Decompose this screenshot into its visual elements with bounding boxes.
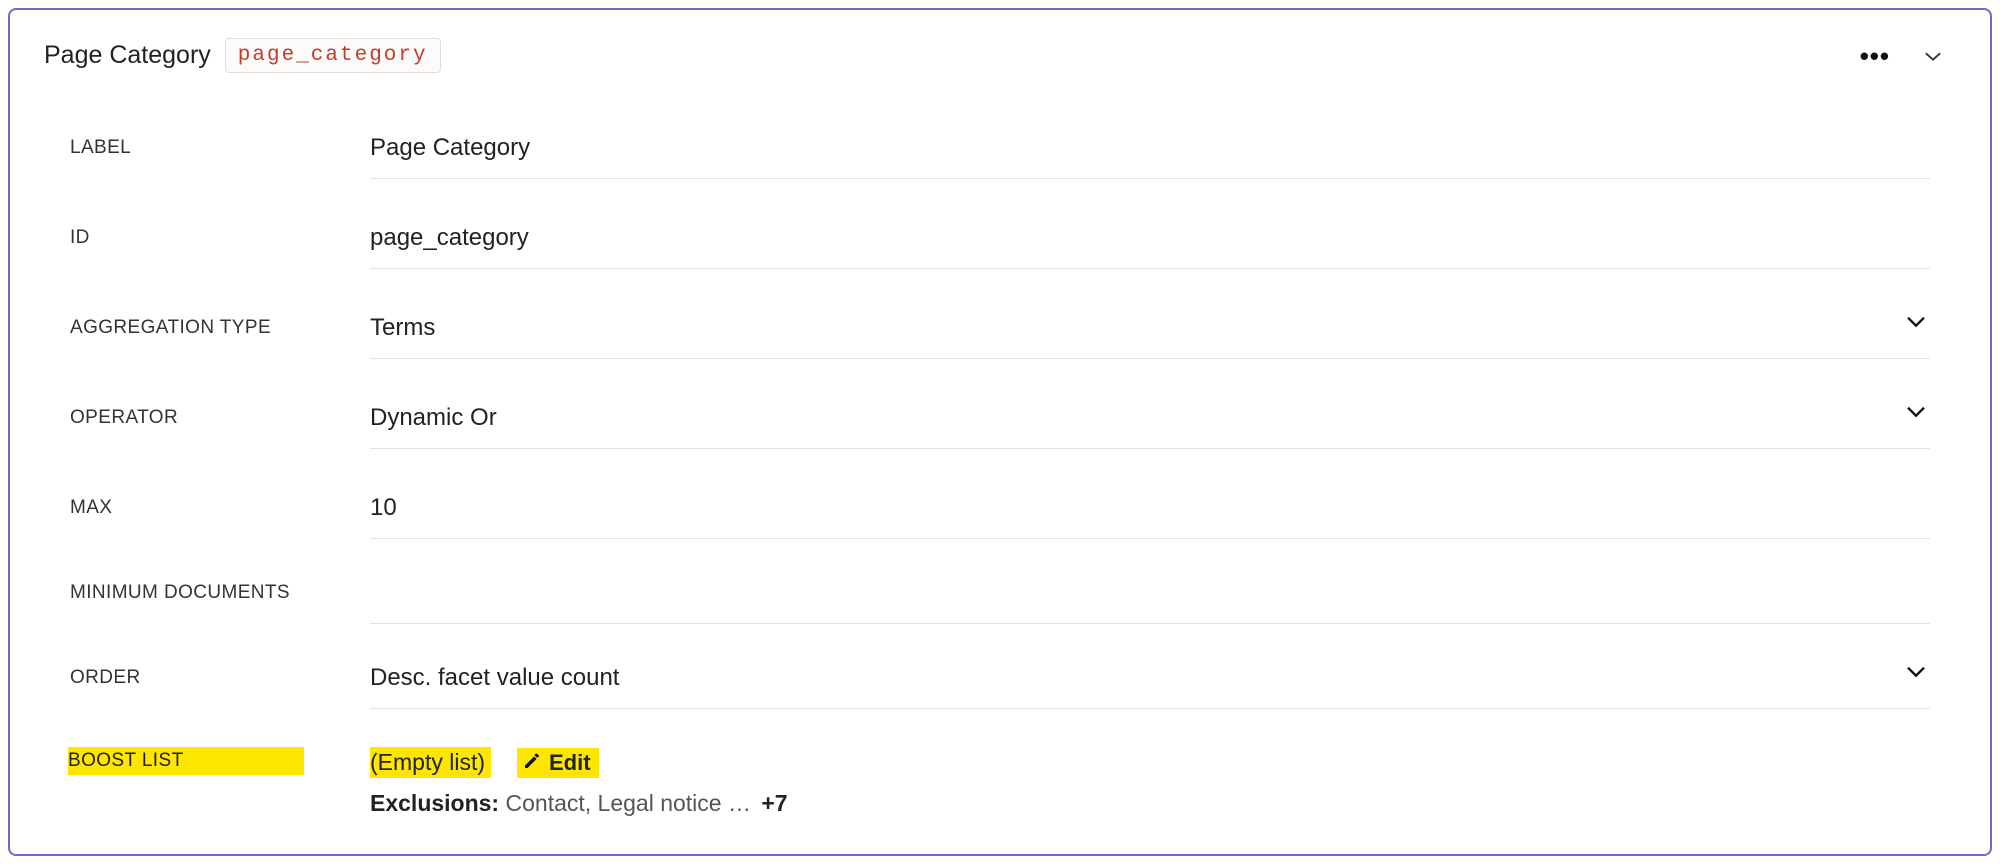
panel-header: Page Category page_category ••• [10,10,1990,73]
boost-list-caption: BOOST LIST [68,747,304,775]
pencil-icon [523,750,541,776]
field-caption: LABEL [70,137,370,159]
exclusions-preview-text: Contact, Legal notice … [506,790,751,816]
chevron-down-icon[interactable] [1906,665,1926,684]
field-row-aggregation-type: AGGREGATION TYPE Terms [70,283,1930,373]
field-caption: OPERATOR [70,407,370,429]
field-caption: MAX [70,497,370,519]
field-row-id: ID page_category [70,193,1930,283]
panel-title: Page Category [44,41,211,70]
chevron-down-icon[interactable] [1906,405,1926,424]
facet-id-chip: page_category [225,38,441,73]
boost-list-field: (Empty list) Edit Exclusions: Contact, L… [370,747,1930,817]
field-row-order: ORDER Desc. facet value count [70,633,1930,723]
field-value-wrap: Terms [370,297,1930,359]
boost-exclusions-line: Exclusions: Contact, Legal notice … +7 [370,790,1930,817]
field-value-wrap: page_category [370,207,1930,269]
operator-select[interactable]: Dynamic Or [370,387,1930,449]
minimum-documents-input[interactable] [370,562,1930,624]
more-actions-icon[interactable]: ••• [1860,43,1890,69]
field-caption: ORDER [70,667,370,689]
field-caption: ID [70,227,370,249]
max-input[interactable]: 10 [370,477,1930,539]
aggregation-type-select[interactable]: Terms [370,297,1930,359]
field-caption-wrap: BOOST LIST [70,747,370,775]
boost-list-line: (Empty list) Edit [370,747,1930,778]
field-row-operator: OPERATOR Dynamic Or [70,373,1930,463]
field-row-max: MAX 10 [70,463,1930,553]
edit-label: Edit [549,750,591,776]
boost-list-edit-button[interactable]: Edit [517,748,599,778]
field-caption: AGGREGATION TYPE [70,317,370,339]
exclusions-label: Exclusions: [370,790,499,816]
field-row-label: LABEL Page Category [70,103,1930,193]
facet-config-panel: Page Category page_category ••• LABEL Pa… [8,8,1992,856]
panel-body: LABEL Page Category ID page_category AGG… [10,73,1990,817]
field-value-wrap: Desc. facet value count [370,647,1930,709]
field-value-wrap: Dynamic Or [370,387,1930,449]
id-input[interactable]: page_category [370,207,1930,269]
field-value-wrap: Page Category [370,117,1930,179]
field-value-wrap [370,562,1930,624]
field-row-boost-list: BOOST LIST (Empty list) Edit Exclusions:… [70,747,1930,817]
collapse-panel-button[interactable] [1924,47,1942,65]
label-input[interactable]: Page Category [370,117,1930,179]
field-row-minimum-documents: MINIMUM DOCUMENTS [70,553,1930,633]
panel-header-actions: ••• [1860,43,1956,69]
order-select[interactable]: Desc. facet value count [370,647,1930,709]
boost-list-empty-text: (Empty list) [370,747,491,778]
field-caption: MINIMUM DOCUMENTS [70,582,370,604]
exclusions-more-count[interactable]: +7 [761,790,787,816]
chevron-down-icon[interactable] [1906,315,1926,334]
field-value-wrap: 10 [370,477,1930,539]
